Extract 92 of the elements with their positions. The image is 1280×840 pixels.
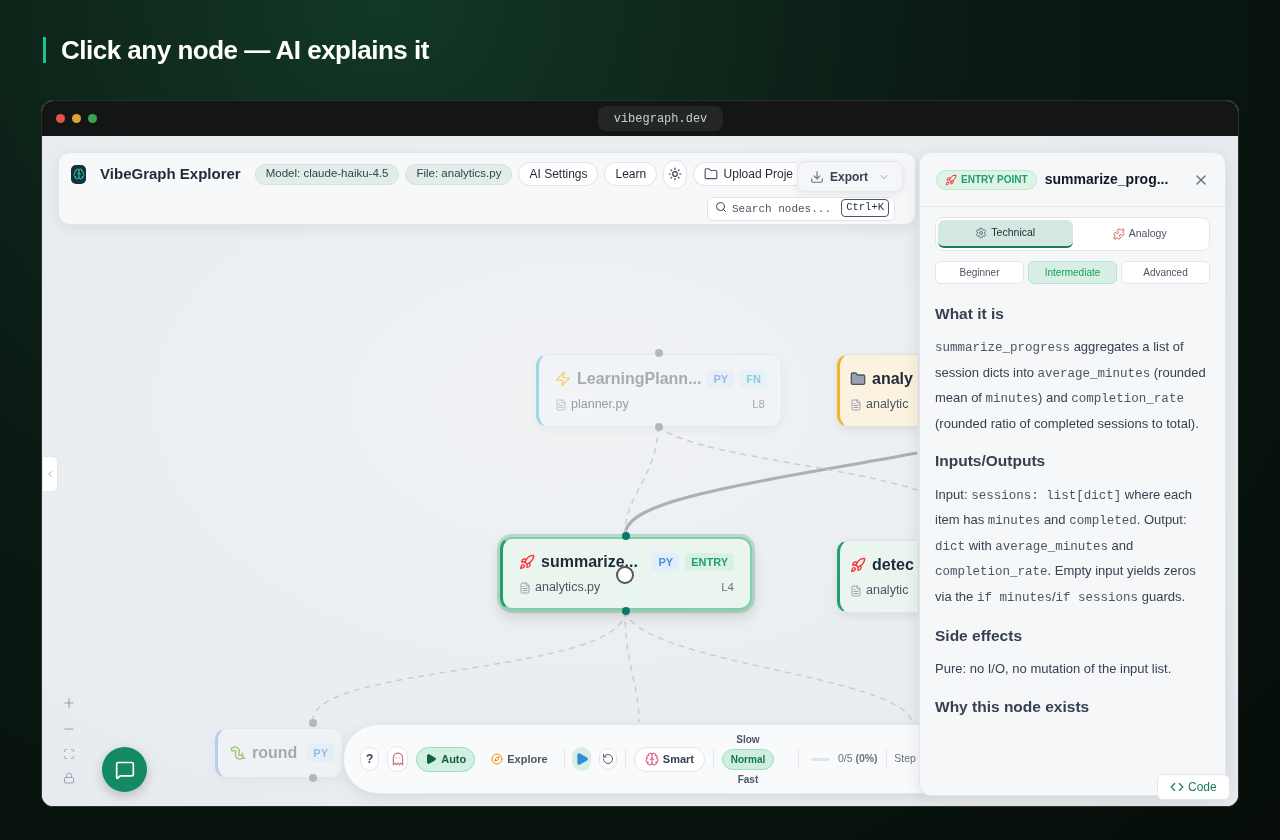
section-heading: Side effects bbox=[935, 626, 1023, 646]
node-handle[interactable] bbox=[655, 349, 663, 357]
sun-icon bbox=[667, 167, 682, 181]
section-heading: Why this node exists bbox=[935, 696, 1091, 717]
upload-button[interactable]: Upload Proje bbox=[692, 162, 797, 186]
level-option[interactable]: Beginner bbox=[935, 261, 1024, 284]
graph-node[interactable]: analy analytic bbox=[837, 354, 919, 427]
help-button[interactable]: ? bbox=[360, 747, 380, 771]
file-icon bbox=[519, 581, 531, 594]
node-handle[interactable] bbox=[655, 423, 663, 431]
ghost-icon bbox=[390, 752, 405, 766]
folder-icon bbox=[703, 167, 718, 181]
node-handle[interactable] bbox=[309, 719, 317, 727]
toolbar-button[interactable]: AI Settings bbox=[518, 162, 599, 186]
export-button[interactable]: Export bbox=[797, 161, 903, 192]
shortcut-key: Ctrl+K bbox=[841, 199, 889, 217]
play-icon bbox=[425, 753, 438, 765]
panel-title: summarize_prog... bbox=[1044, 170, 1169, 189]
app-title: VibeGraph Explorer bbox=[100, 163, 241, 184]
rocket-icon bbox=[850, 557, 866, 574]
node-line: L8 bbox=[752, 396, 765, 412]
node-tag: PY bbox=[652, 552, 680, 572]
reset-icon bbox=[602, 753, 615, 765]
node-title: round bbox=[252, 743, 298, 763]
headline: Click any node — AI explains it bbox=[61, 33, 429, 67]
node-handle[interactable] bbox=[309, 774, 317, 782]
progress-reading: 0/5 (0%) bbox=[837, 751, 878, 767]
speed-option[interactable]: Slow bbox=[728, 731, 768, 747]
section-text: Pure: no I/O, no mutation of the input list. bbox=[935, 660, 1173, 679]
node-file: analytics.py bbox=[535, 579, 601, 597]
node-tag: FN bbox=[740, 369, 767, 389]
code-button[interactable]: Code bbox=[1157, 774, 1230, 800]
play-icon bbox=[574, 752, 589, 766]
file-icon bbox=[555, 398, 567, 411]
node-tag: ENTRY bbox=[685, 552, 734, 572]
section-heading: Inputs/Outputs bbox=[935, 451, 1047, 472]
node-line: L4 bbox=[721, 579, 734, 595]
view-tab[interactable]: Analogy bbox=[1072, 220, 1207, 248]
reset-button[interactable] bbox=[599, 748, 617, 770]
snake-icon bbox=[230, 745, 246, 761]
chat-button[interactable] bbox=[102, 747, 147, 792]
node-title: detec bbox=[872, 555, 914, 576]
collapse-handle[interactable] bbox=[42, 456, 58, 492]
section-text: Input: sessions: list[dict] where each item has minutes and completed. Output: dict with average_minutes and completion_rate. Empty input yields zeros via the if minutes/if sessions guards. bbox=[935, 485, 1197, 607]
theme-toggle[interactable] bbox=[663, 159, 687, 189]
ghost-button[interactable] bbox=[387, 746, 409, 772]
node-title: LearningPlann... bbox=[577, 369, 702, 390]
step-label: Step bbox=[894, 751, 916, 767]
speed-option[interactable]: Fast bbox=[729, 771, 767, 787]
graph-node[interactable]: summarize... PY ENTRY analytics.py L4 bbox=[500, 537, 752, 610]
file-icon bbox=[850, 584, 862, 597]
rocket-icon bbox=[945, 173, 957, 186]
info-chip: Model: claude-haiku-4.5 bbox=[254, 163, 400, 185]
url-bar[interactable]: vibegraph.dev bbox=[597, 106, 724, 131]
section-heading: What it is bbox=[935, 304, 1005, 324]
node-title: summarize... bbox=[541, 552, 638, 573]
fit-view-icon[interactable] bbox=[63, 748, 75, 760]
level-option[interactable]: Advanced bbox=[1121, 261, 1210, 284]
node-tag: PY bbox=[707, 369, 735, 389]
file-icon bbox=[850, 398, 862, 411]
node-file: analytic bbox=[866, 396, 909, 414]
logo-icon bbox=[71, 164, 87, 184]
node-handle[interactable] bbox=[622, 532, 630, 540]
node-title: analy bbox=[872, 369, 913, 390]
speed-option[interactable]: Normal bbox=[721, 748, 775, 770]
node-handle[interactable] bbox=[622, 607, 630, 615]
node-file: analytic bbox=[866, 582, 909, 600]
entry-badge: ENTRY POINT bbox=[936, 169, 1037, 190]
chat-icon bbox=[114, 759, 135, 780]
info-chip: File: analytics.py bbox=[405, 163, 513, 185]
folder-icon bbox=[850, 371, 866, 388]
search-icon bbox=[715, 201, 727, 213]
gear-icon bbox=[975, 227, 988, 239]
lock-icon[interactable] bbox=[63, 772, 75, 784]
graph-node[interactable]: detec analytic bbox=[837, 540, 919, 613]
code-icon bbox=[1170, 780, 1184, 794]
brain-icon bbox=[644, 752, 659, 766]
mode-toggle[interactable]: Auto bbox=[416, 746, 476, 772]
compass-icon bbox=[491, 753, 504, 765]
play-button[interactable] bbox=[572, 747, 592, 771]
node-tag: PY bbox=[307, 743, 334, 763]
section-text: summarize_progress aggregates a list of session dicts into average_minutes (rounded mean of minutes) and completion_rate (rounded ratio of completed sessions to total). bbox=[935, 338, 1207, 433]
rocket-icon bbox=[519, 554, 535, 571]
mode-toggle[interactable]: Explore bbox=[483, 746, 556, 772]
toolbar-button[interactable]: Learn bbox=[604, 162, 658, 186]
view-tab[interactable]: Technical bbox=[938, 220, 1073, 248]
node-file: planner.py bbox=[571, 396, 629, 414]
smart-button[interactable]: Smart bbox=[633, 746, 705, 772]
download-icon bbox=[810, 169, 824, 184]
cursor-icon bbox=[616, 566, 634, 584]
puzzle-icon bbox=[1112, 228, 1125, 240]
lightning-icon bbox=[555, 371, 571, 388]
